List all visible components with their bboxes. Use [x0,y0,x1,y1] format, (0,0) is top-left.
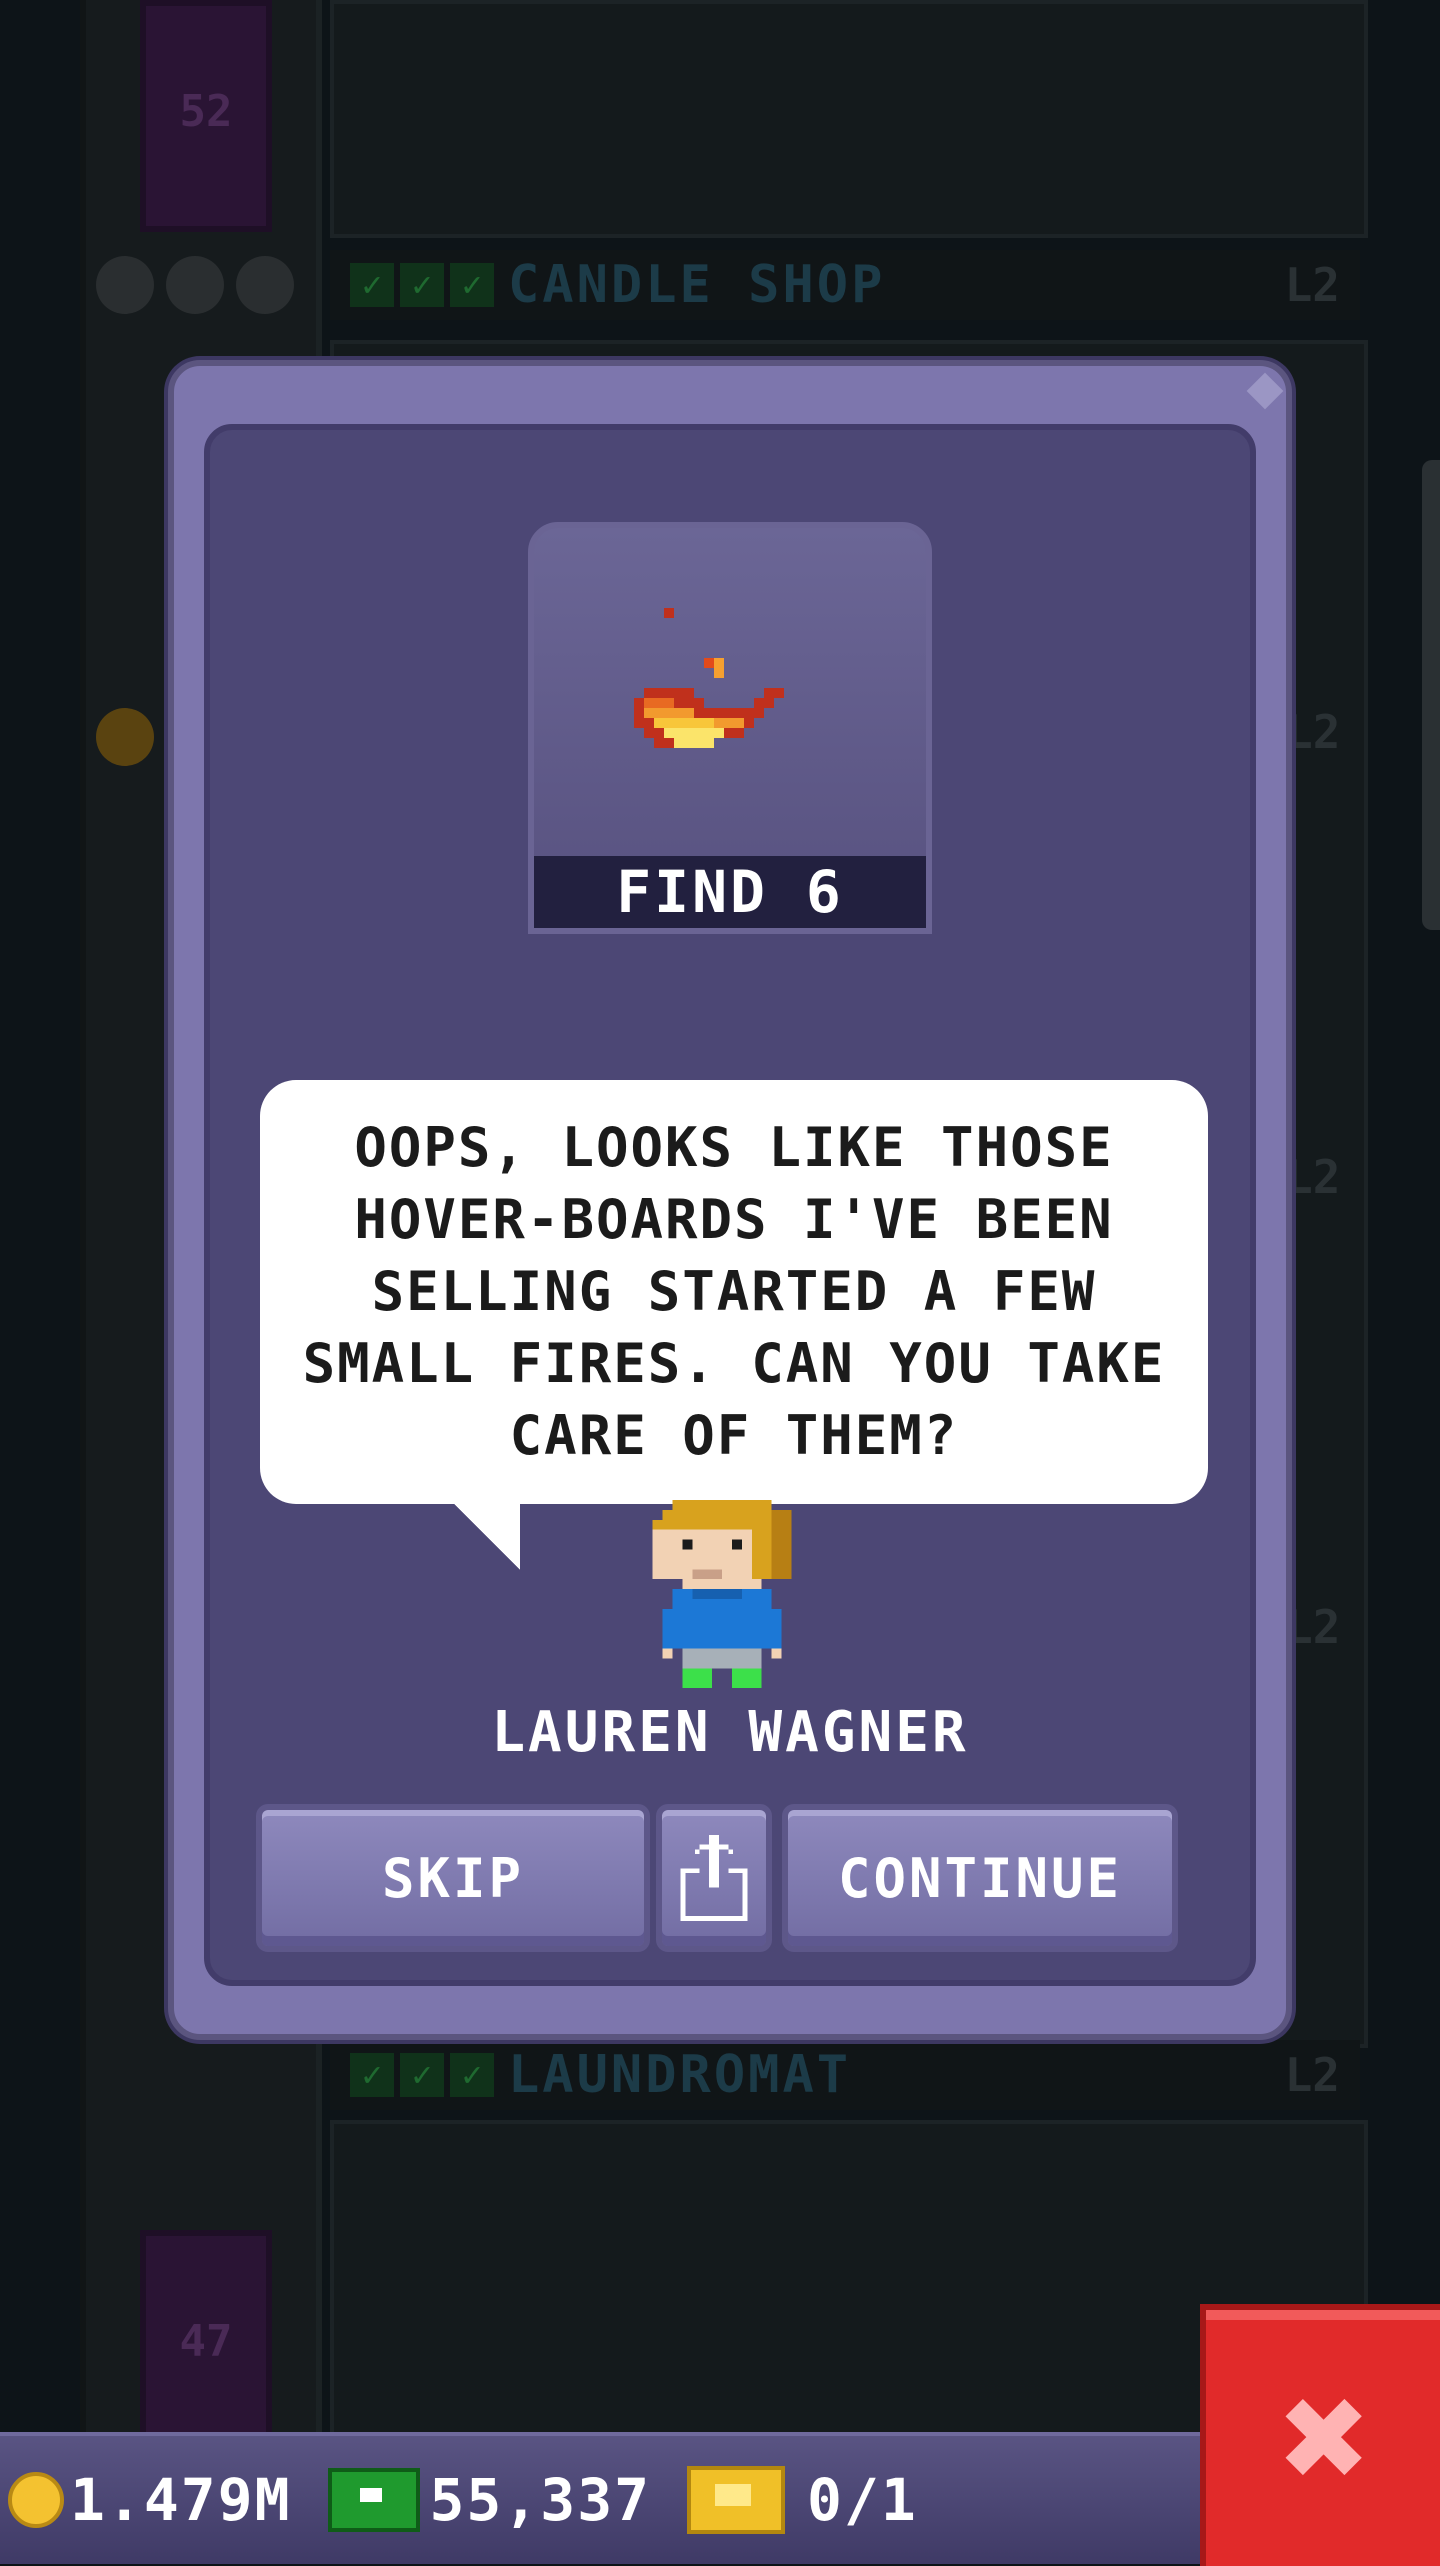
elevator-floor-number: 47 [179,2316,233,2367]
floor-level: L2 [1284,2048,1340,2102]
mission-message: OOPS, LOOKS LIKE THOSE HOVER-BOARDS I'VE… [302,1116,1166,1467]
tickets-display: 0/1 [651,2466,918,2534]
bux-icon [327,2468,420,2532]
speech-bubble: OOPS, LOOKS LIKE THOSE HOVER-BOARDS I'VE… [260,1080,1208,1504]
check-icon: ✓ [450,263,494,307]
ticket-icon [687,2466,786,2534]
character-name: LAUREN WAGNER [491,1700,969,1765]
close-button[interactable]: ✖ [1200,2304,1440,2566]
floor-level: L2 [1285,1150,1341,1204]
mission-dialog: FIND 6 OOPS, LOOKS LIKE THOSE HOVER-BOAR… [168,360,1292,2040]
floor-checks: ✓ ✓ ✓ [350,263,494,307]
check-icon: ✓ [450,2053,494,2097]
continue-button[interactable]: CONTINUE [782,1804,1178,1952]
check-icon: ✓ [400,2053,444,2097]
coin-icon [96,708,154,766]
floor-level: L2 [1285,705,1341,759]
elevator-car-top: 52 [140,0,272,232]
close-icon: ✖ [1280,2351,1372,2525]
mission-dialog-body: FIND 6 OOPS, LOOKS LIKE THOSE HOVER-BOAR… [204,424,1256,1986]
mission-item-box: FIND 6 [528,522,932,934]
floor-label-laundromat: ✓ ✓ ✓ LAUNDROMAT L2 [330,2040,1360,2110]
floor-name: LAUNDROMAT [508,2045,852,2105]
bux-display: 55,337 [292,2466,652,2534]
coins-display: 1.479M [0,2466,292,2534]
speech-bubble-tail [450,1500,520,1570]
bux-value: 55,337 [429,2466,652,2534]
floor-level: L2 [1284,258,1340,312]
coin-icon [8,2472,64,2528]
tickets-value: 0/1 [807,2466,918,2534]
check-icon: ✓ [400,263,444,307]
elevator-floor-number: 52 [179,86,233,137]
elevator-car-bottom: 47 [140,2230,272,2462]
character-avatar [652,1500,792,1689]
fire-icon [634,608,784,748]
floor-level: L2 [1285,1600,1341,1654]
star-icon [236,256,294,314]
share-button[interactable] [656,1804,772,1952]
star-icon [96,256,154,314]
floor-name: CANDLE SHOP [508,255,886,315]
check-icon: ✓ [350,2053,394,2097]
floor-candle-shop-room [330,0,1368,238]
floor-label-candle-shop: ✓ ✓ ✓ CANDLE SHOP L2 [330,250,1360,320]
floor-checks: ✓ ✓ ✓ [350,2053,494,2097]
coins-value: 1.479M [70,2466,292,2534]
corner-decoration [1246,372,1284,410]
check-icon: ✓ [350,263,394,307]
skip-button[interactable]: SKIP [256,1804,650,1952]
share-icon [680,1835,748,1921]
star-icon [166,256,224,314]
find-count-label: FIND 6 [534,856,926,928]
side-drawer-tab[interactable] [1422,460,1440,930]
